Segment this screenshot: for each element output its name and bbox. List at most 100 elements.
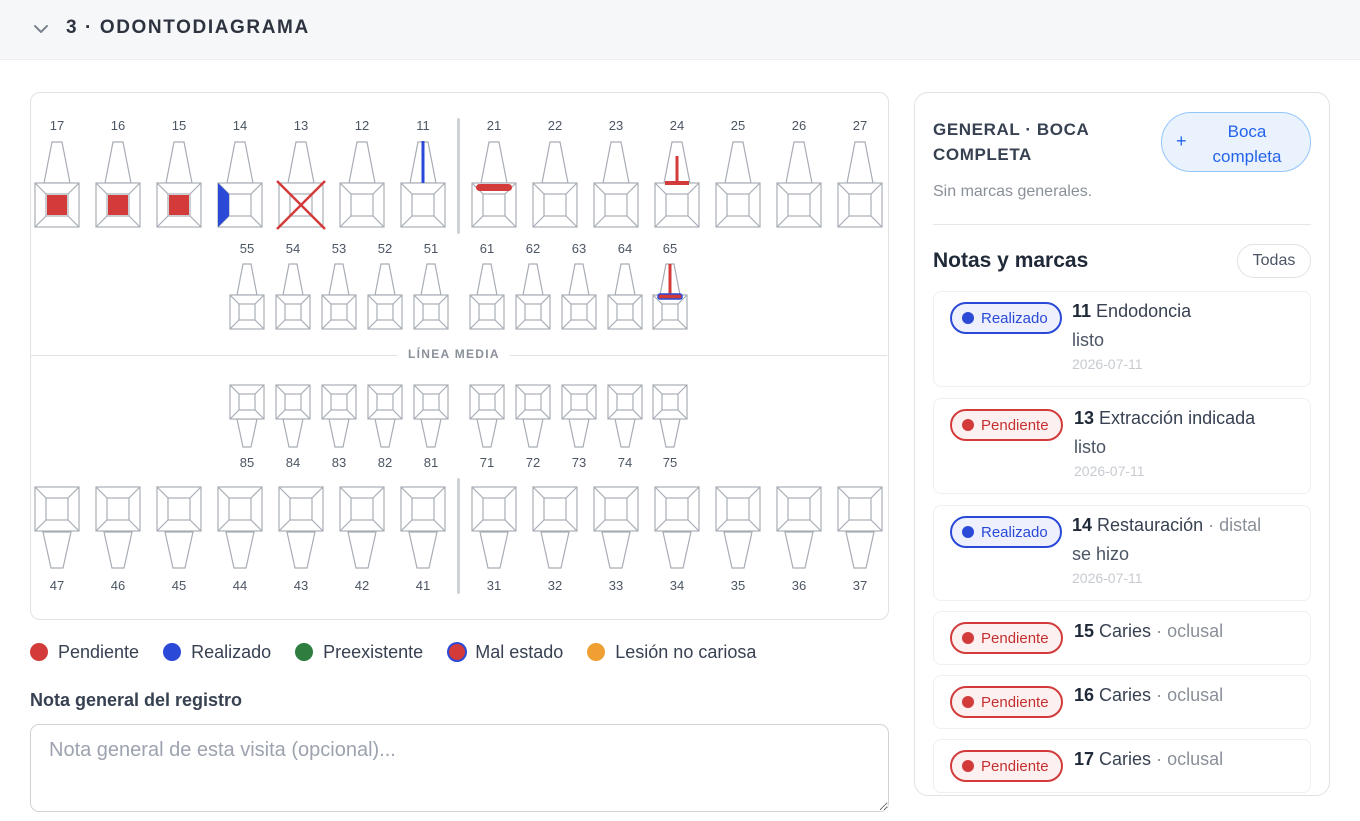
- note-item[interactable]: Pendiente 17 Caries · oclusal: [933, 739, 1311, 793]
- status-badge: Pendiente: [950, 622, 1063, 654]
- legend-label: Pendiente: [58, 641, 140, 662]
- legend-label: Mal estado: [475, 641, 564, 662]
- tooth-number-47: 47: [49, 578, 65, 593]
- tooth-number-33: 33: [608, 578, 624, 593]
- legend-dot: [163, 643, 182, 661]
- legend-dot: [587, 643, 606, 661]
- tooth-number-55: 55: [239, 241, 255, 256]
- tooth-number: 14: [1072, 515, 1093, 535]
- status-label: Realizado: [981, 309, 1048, 327]
- status-dot: [962, 312, 974, 324]
- note-title: 13 Extracción indicada: [1074, 408, 1255, 429]
- tooth-number: 11: [1072, 301, 1092, 321]
- legend-dot: [30, 643, 48, 661]
- legend-dot: [449, 644, 466, 660]
- status-label: Pendiente: [981, 693, 1049, 711]
- tooth-number-84: 84: [285, 455, 301, 470]
- note-title: 11 Endodoncia: [1072, 301, 1191, 322]
- treatment-name: Caries: [1099, 621, 1152, 641]
- tooth-number-14: 14: [232, 118, 248, 133]
- legend-item: Lesión no cariosa: [587, 642, 756, 663]
- note-item[interactable]: Pendiente 16 Caries · oclusal: [933, 675, 1311, 729]
- tooth-number: 16: [1074, 685, 1095, 705]
- treatment-name: Restauración: [1097, 515, 1204, 535]
- general-empty-text: Sin marcas generales.: [933, 183, 1093, 200]
- status-dot: [962, 526, 974, 538]
- tooth-number-45: 45: [171, 578, 187, 593]
- status-dot: [962, 419, 974, 431]
- tooth-number-64: 64: [617, 241, 633, 256]
- tooth-number-73: 73: [571, 455, 587, 470]
- status-label: Pendiente: [981, 416, 1049, 434]
- treatment-name: Endodoncia: [1096, 301, 1192, 321]
- tooth-number-27: 27: [852, 118, 868, 133]
- surface-label: · oclusal: [1156, 749, 1224, 769]
- tooth-number: 15: [1074, 621, 1095, 641]
- tooth-number-53: 53: [331, 241, 347, 256]
- note-text: se hizo: [1072, 544, 1130, 564]
- tooth-number: 13: [1074, 408, 1095, 428]
- general-note-field[interactable]: [30, 724, 889, 812]
- tooth-number-24: 24: [669, 118, 685, 133]
- upper-midline-divider: [457, 118, 460, 234]
- tooth-number-16: 16: [110, 118, 126, 133]
- tooth-number-71: 71: [479, 455, 495, 470]
- tooth-number-52: 52: [377, 241, 393, 256]
- tooth-number-44: 44: [232, 578, 248, 593]
- note-title: 14 Restauración · distal: [1072, 515, 1261, 536]
- boca-button-label: Boca completa: [1212, 122, 1282, 166]
- tooth-number-82: 82: [377, 455, 393, 470]
- tooth-number-42: 42: [354, 578, 370, 593]
- tooth-number-75: 75: [662, 455, 678, 470]
- add-boca-completa-button[interactable]: + Boca completa: [1161, 112, 1311, 172]
- tooth-number-35: 35: [730, 578, 746, 593]
- treatment-name: Caries: [1099, 749, 1152, 769]
- tooth-number-83: 83: [331, 455, 347, 470]
- note-item[interactable]: Pendiente 15 Caries · oclusal: [933, 611, 1311, 665]
- notes-title: Notas y marcas: [933, 249, 1089, 272]
- plus-icon: +: [1176, 131, 1187, 151]
- surface-label: · oclusal: [1156, 621, 1224, 641]
- legend-label: Lesión no cariosa: [615, 641, 757, 662]
- note-item[interactable]: Pendiente 13 Extracción indicada listo 2026…: [933, 398, 1311, 494]
- status-label: Pendiente: [981, 757, 1049, 775]
- legend-item: Realizado: [163, 642, 271, 663]
- tooth-number-63: 63: [571, 241, 587, 256]
- status-dot: [962, 632, 974, 644]
- note-title: 16 Caries · oclusal: [1074, 685, 1223, 706]
- note-text: listo: [1074, 437, 1107, 457]
- section-header[interactable]: 3 · ODONTODIAGRAMA: [0, 0, 1360, 60]
- midline-label: LÍNEA MEDIA: [398, 347, 510, 361]
- note-item[interactable]: Realizado 14 Restauración · distal se hizo…: [933, 505, 1311, 601]
- legend-label: Preexistente: [323, 641, 424, 662]
- treatment-name: Extracción indicada: [1099, 408, 1256, 428]
- tooth-number-21: 21: [486, 118, 502, 133]
- surface-label: · oclusal: [1156, 685, 1224, 705]
- note-date: 2026-07-11: [1074, 463, 1145, 479]
- note-item[interactable]: Realizado 11 Endodoncia listo 2026-07-11: [933, 291, 1311, 387]
- note-date: 2026-07-11: [1072, 356, 1143, 372]
- tooth-number-43: 43: [293, 578, 309, 593]
- status-badge: Pendiente: [950, 686, 1063, 718]
- tooth-number-15: 15: [171, 118, 187, 133]
- tooth-number-31: 31: [486, 578, 502, 593]
- section-title: 3 · ODONTODIAGRAMA: [66, 17, 310, 38]
- tooth-number-46: 46: [110, 578, 126, 593]
- status-label: Pendiente: [981, 629, 1049, 647]
- note-text: listo: [1072, 330, 1105, 350]
- tooth-number-54: 54: [285, 241, 301, 256]
- tooth-number-34: 34: [669, 578, 685, 593]
- notes-sidebar: GENERAL · BOCA COMPLETA + Boca completa …: [914, 92, 1330, 796]
- legend: Pendiente Realizado Preexistente Mal estado…: [30, 640, 780, 664]
- note-label: Nota general del registro: [30, 690, 243, 710]
- filter-all-button[interactable]: Todas: [1237, 244, 1311, 278]
- tooth-number-11: 11: [416, 118, 430, 133]
- treatment-name: Caries: [1099, 685, 1152, 705]
- tooth-number-23: 23: [608, 118, 624, 133]
- status-badge: Pendiente: [950, 750, 1063, 782]
- chevron-down-icon[interactable]: [32, 20, 50, 38]
- tooth-number-41: 41: [415, 578, 431, 593]
- note-title: 17 Caries · oclusal: [1074, 749, 1223, 770]
- tooth-number-81: 81: [423, 455, 439, 470]
- tooth-number: 17: [1074, 749, 1095, 769]
